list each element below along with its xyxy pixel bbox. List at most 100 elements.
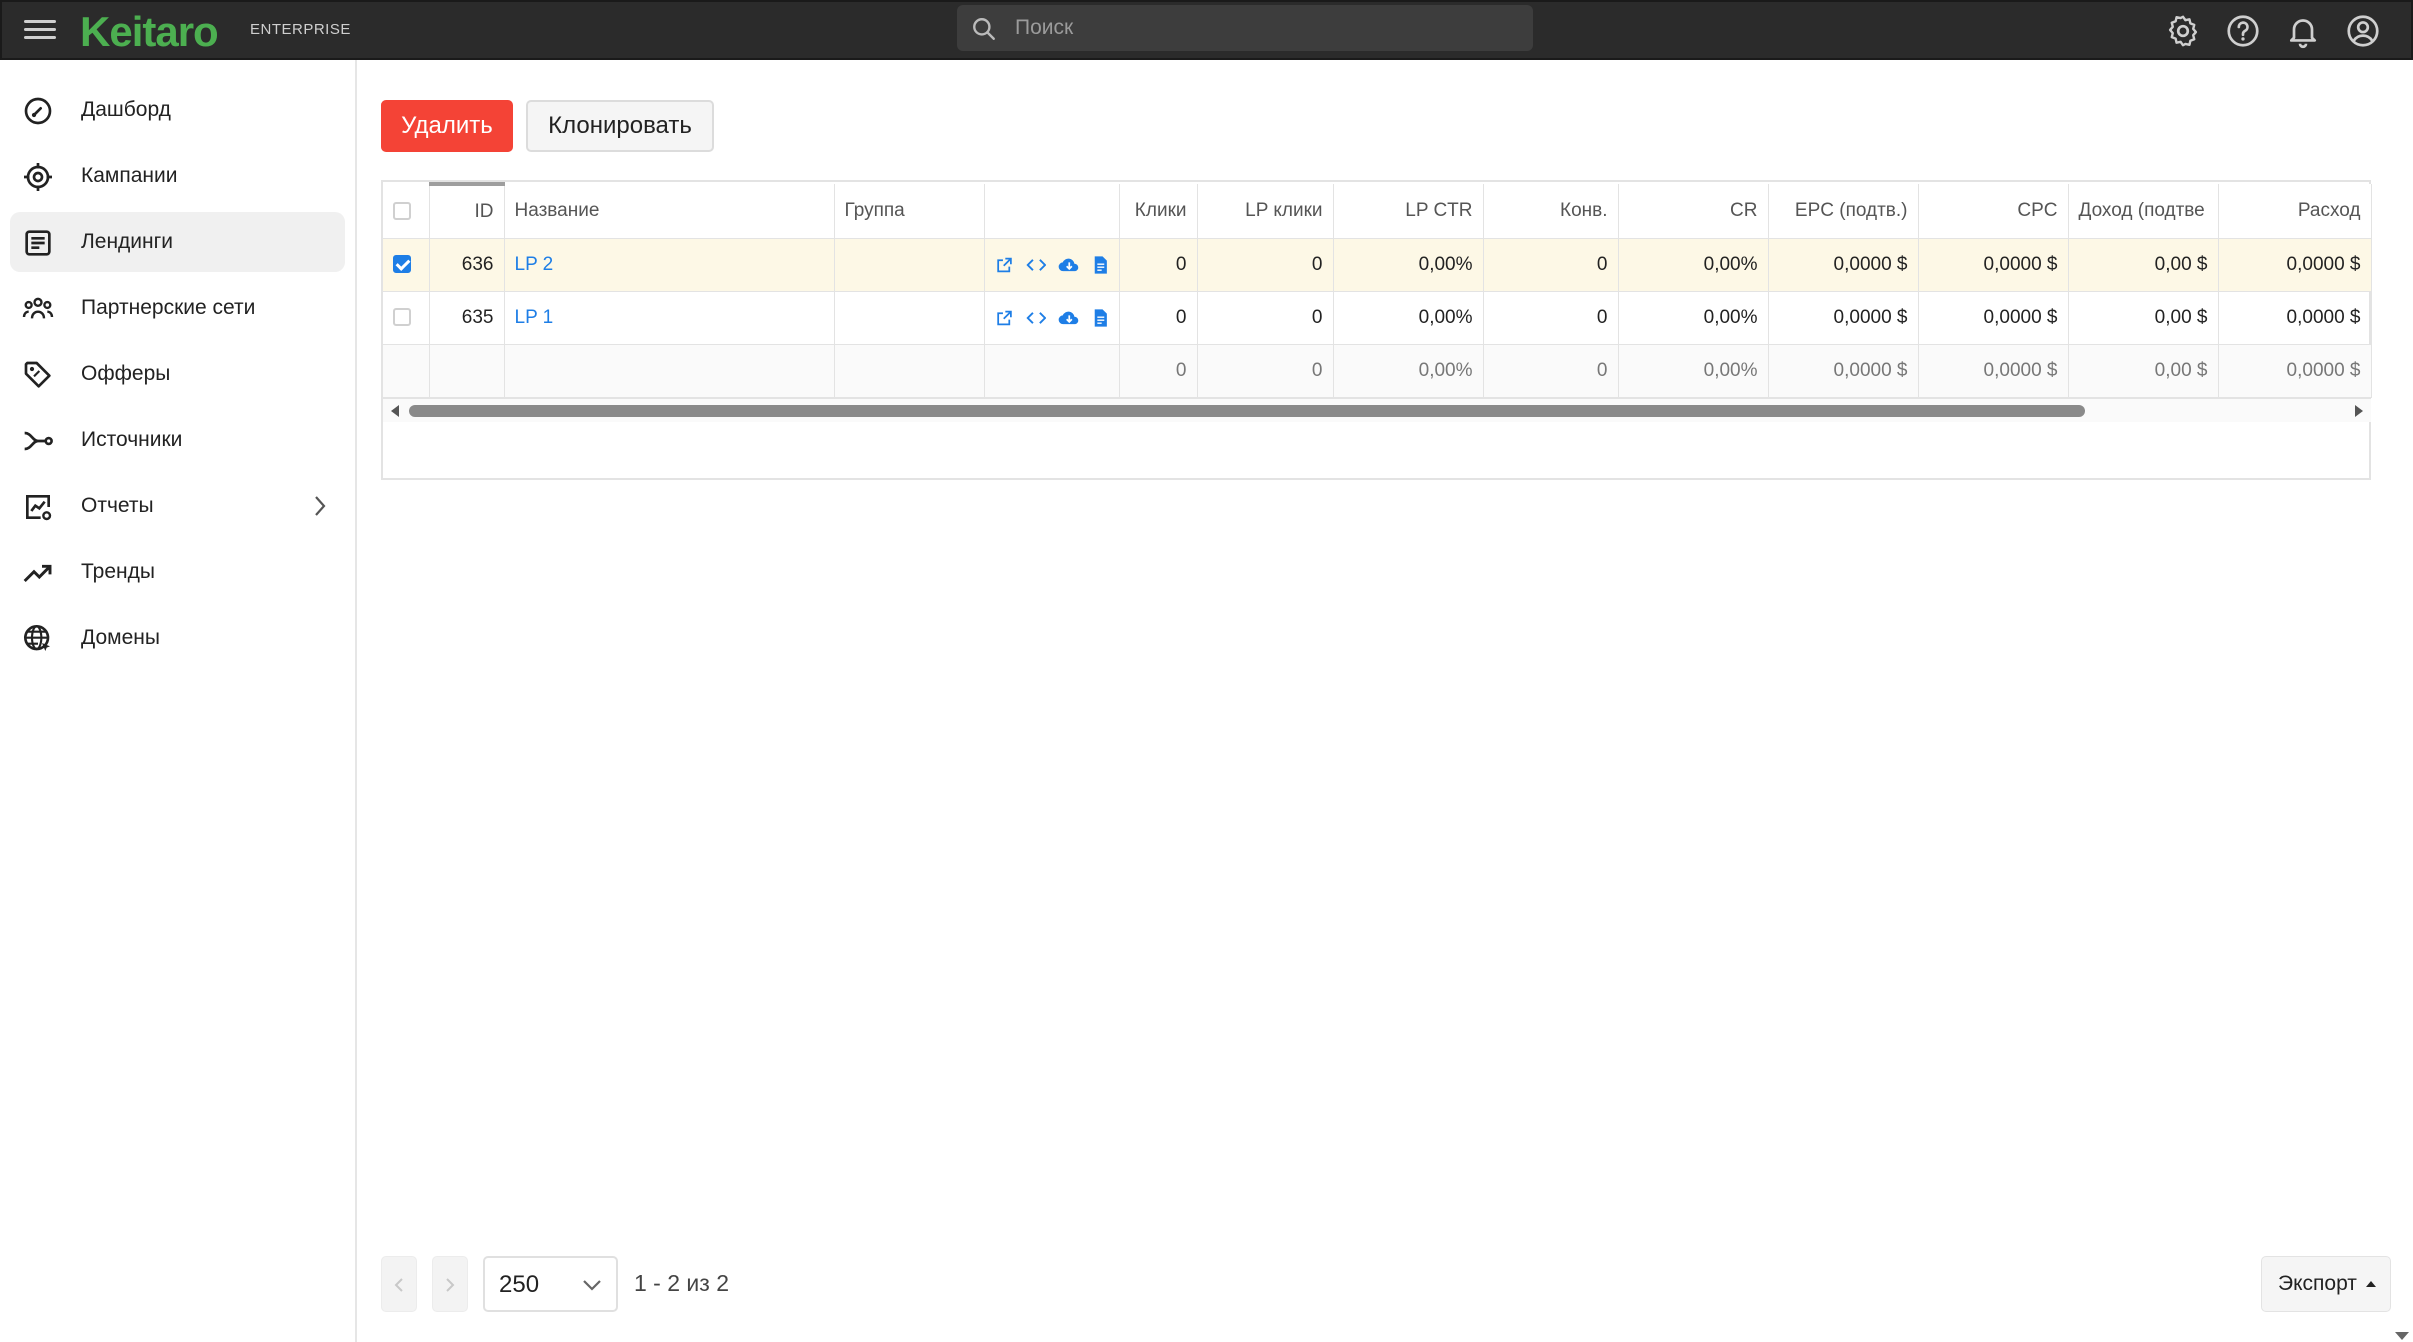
total-lp-clicks: 0 (1197, 344, 1334, 398)
column-header-lp-clicks[interactable]: LP клики (1197, 184, 1334, 239)
cell-conversions: 0 (1483, 238, 1619, 292)
horizontal-scrollbar[interactable] (383, 398, 2371, 422)
table-header-row: ID Название Группа Клики LP клики LP CTR… (383, 182, 2372, 239)
scrollbar-thumb[interactable] (409, 405, 2085, 417)
top-bar: Keitaro ENTERPRISE (0, 0, 2413, 60)
export-button[interactable]: Экспорт (2261, 1256, 2391, 1312)
cell-epc: 0,0000 $ (1768, 291, 1919, 345)
select-all-checkbox[interactable] (393, 201, 411, 220)
cell-lp-ctr: 0,00% (1333, 291, 1484, 345)
cell-cpc: 0,0000 $ (1918, 238, 2069, 292)
total-cost: 0,0000 $ (2218, 344, 2372, 398)
cell-conversions: 0 (1483, 291, 1619, 345)
sidebar-item-sources[interactable]: Источники (10, 410, 345, 470)
total-cr: 0,00% (1618, 344, 1769, 398)
landings-grid: ID Название Группа Клики LP клики LP CTR… (381, 180, 2372, 480)
total-clicks: 0 (1119, 344, 1198, 398)
sidebar-item-campaigns[interactable]: Кампании (10, 146, 345, 206)
column-header-revenue[interactable]: Доход (подтве (2068, 184, 2219, 239)
column-header-cost[interactable]: Расход (2218, 184, 2372, 239)
chevron-right-icon (315, 496, 326, 516)
landings-table: ID Название Группа Клики LP клики LP CTR… (383, 182, 2372, 398)
total-conversions: 0 (1483, 344, 1619, 398)
cloud-download-icon[interactable] (1058, 307, 1081, 329)
open-external-icon[interactable] (995, 307, 1014, 329)
logo[interactable]: Keitaro (80, 8, 219, 56)
scroll-left-icon[interactable] (391, 405, 399, 417)
target-icon (24, 163, 52, 191)
sidebar-item-offers[interactable]: Офферы (10, 344, 345, 404)
chevron-down-icon (583, 1280, 601, 1291)
help-icon[interactable] (2225, 13, 2261, 49)
scroll-right-icon[interactable] (2355, 405, 2363, 417)
sidebar-item-label: Дашборд (81, 98, 171, 121)
landing-name-link[interactable]: LP 2 (515, 254, 554, 275)
gear-icon[interactable] (2165, 13, 2201, 49)
total-epc: 0,0000 $ (1768, 344, 1919, 398)
column-header-cr[interactable]: CR (1618, 184, 1769, 239)
code-icon[interactable] (1025, 307, 1047, 329)
select-all-cell[interactable] (383, 184, 430, 239)
column-header-lp-ctr[interactable]: LP CTR (1333, 184, 1484, 239)
column-header-actions (984, 184, 1120, 239)
table-row[interactable]: 635 LP 1 0 0 0,00% 0 0,00% 0,0000 $ 0,00… (383, 291, 2372, 345)
caret-up-icon (2366, 1281, 2376, 1287)
column-header-id[interactable]: ID (429, 182, 505, 239)
edition-label: ENTERPRISE (250, 21, 351, 38)
document-icon[interactable] (1093, 254, 1109, 276)
cloud-download-icon[interactable] (1058, 254, 1081, 276)
total-revenue: 0,00 $ (2068, 344, 2219, 398)
column-header-epc[interactable]: EPC (подтв.) (1768, 184, 1919, 239)
column-header-name[interactable]: Название (504, 184, 835, 239)
cell-revenue: 0,00 $ (2068, 238, 2219, 292)
sidebar-item-label: Источники (81, 428, 183, 451)
column-header-clicks[interactable]: Клики (1119, 184, 1198, 239)
document-icon[interactable] (1093, 307, 1109, 329)
cell-cpc: 0,0000 $ (1918, 291, 2069, 345)
code-icon[interactable] (1025, 254, 1047, 276)
sidebar: Дашборд Кампании Лендинги Партнерские се… (0, 60, 357, 1342)
sidebar-item-landings[interactable]: Лендинги (10, 212, 345, 272)
sidebar-item-affiliate-networks[interactable]: Партнерские сети (10, 278, 345, 338)
landing-icon (25, 230, 51, 256)
next-page-button[interactable] (432, 1256, 468, 1312)
sidebar-item-trends[interactable]: Тренды (10, 542, 345, 602)
trend-icon (23, 564, 52, 583)
column-header-cpc[interactable]: CPC (1918, 184, 2069, 239)
sidebar-item-reports[interactable]: Отчеты (10, 476, 345, 536)
row-id: 635 (429, 291, 505, 345)
column-header-conversions[interactable]: Конв. (1483, 184, 1619, 239)
row-checkbox[interactable] (393, 308, 411, 327)
sidebar-item-dashboard[interactable]: Дашборд (10, 80, 345, 140)
cell-clicks: 0 (1119, 291, 1198, 345)
sidebar-item-domains[interactable]: Домены (10, 608, 345, 668)
per-page-select[interactable]: 250 (483, 1256, 618, 1312)
cell-cr: 0,00% (1618, 238, 1769, 292)
prev-page-button[interactable] (381, 1256, 417, 1312)
landing-name-link[interactable]: LP 1 (515, 307, 554, 328)
table-row[interactable]: 636 LP 2 0 0 0,00% 0 0,00% 0,0000 $ 0,00… (383, 238, 2372, 292)
cell-lp-clicks: 0 (1197, 291, 1334, 345)
page-range: 1 - 2 из 2 (634, 1270, 729, 1296)
row-checkbox[interactable] (393, 255, 411, 274)
export-label: Экспорт (2278, 1272, 2357, 1295)
sidebar-item-label: Партнерские сети (81, 296, 256, 319)
account-icon[interactable] (2345, 13, 2381, 49)
open-external-icon[interactable] (995, 254, 1014, 276)
row-group (834, 291, 985, 345)
sidebar-item-label: Лендинги (81, 230, 174, 253)
source-icon (24, 431, 53, 451)
search-input[interactable] (1015, 5, 1515, 51)
sidebar-item-label: Тренды (81, 560, 155, 583)
sidebar-item-label: Кампании (81, 164, 178, 187)
cell-cost: 0,0000 $ (2218, 291, 2372, 345)
delete-button[interactable]: Удалить (381, 100, 513, 152)
clone-button[interactable]: Клонировать (526, 100, 714, 152)
tag-icon (24, 361, 51, 388)
row-group (834, 238, 985, 292)
report-icon (26, 495, 52, 521)
column-header-group[interactable]: Группа (834, 184, 985, 239)
menu-icon[interactable] (24, 15, 56, 45)
bell-icon[interactable] (2285, 13, 2321, 49)
cell-lp-ctr: 0,00% (1333, 238, 1484, 292)
